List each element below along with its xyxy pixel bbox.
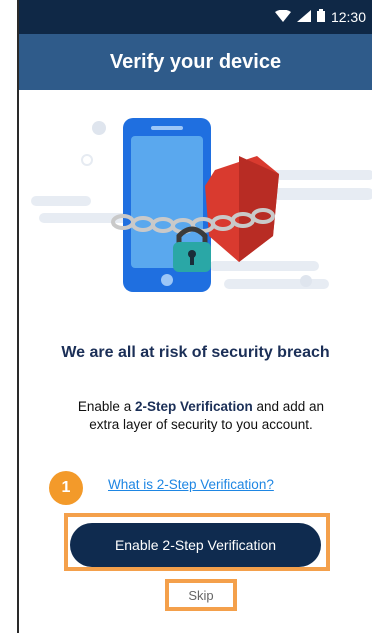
page-title: Verify your device: [109, 50, 282, 73]
enable-2sv-label: Enable 2-Step Verification: [114, 537, 277, 553]
app-bar: Verify your device: [19, 34, 372, 90]
status-bar: 12:30: [19, 0, 372, 34]
description-prefix: Enable a: [77, 399, 135, 414]
status-icons: 12:30: [274, 9, 366, 25]
what-is-2sv-link[interactable]: What is 2-Step Verification?: [108, 477, 274, 492]
illustration-svg: [31, 118, 372, 292]
battery-icon: [316, 9, 325, 25]
status-time: 12:30: [330, 9, 366, 25]
enable-2sv-button[interactable]: Enable 2-Step Verification: [70, 523, 321, 567]
description-bold: 2-Step Verification: [134, 399, 253, 414]
step-badge: 1: [49, 471, 83, 505]
security-illustration: [19, 96, 372, 316]
signal-icon: [296, 9, 311, 25]
headline: We are all at risk of security breach: [61, 344, 330, 361]
wifi-icon: [274, 9, 291, 25]
skip-label: Skip: [188, 587, 214, 603]
description: Enable a 2-Step Verification and add an …: [71, 398, 331, 434]
skip-button[interactable]: Skip: [169, 583, 233, 607]
phone-screen: 12:30 Verify your device We are all at r…: [17, 0, 372, 633]
